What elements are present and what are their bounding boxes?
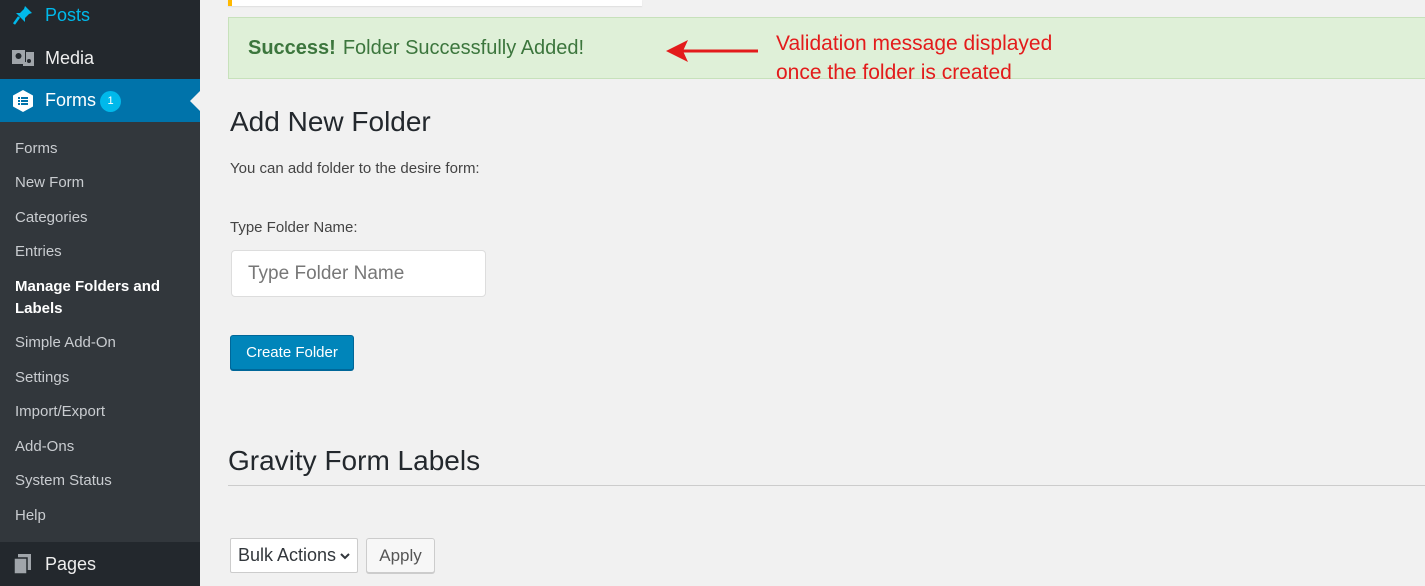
submenu-item-new-form[interactable]: New Form bbox=[15, 172, 84, 194]
bulk-actions-value: Bulk Actions bbox=[238, 545, 337, 565]
section-divider bbox=[228, 485, 1425, 486]
add-folder-description: You can add folder to the desire form: bbox=[230, 160, 480, 177]
submenu-item-forms[interactable]: Forms bbox=[15, 138, 58, 160]
previous-notice-edge bbox=[228, 0, 642, 6]
annotation-line-1: Validation message displayed bbox=[776, 32, 1053, 55]
menu-label-pages: Pages bbox=[45, 553, 97, 574]
annotation-text: Validation message displayed once the fo… bbox=[776, 29, 1052, 87]
annotation-arrow-icon bbox=[666, 40, 758, 62]
pushpin-icon bbox=[11, 3, 35, 27]
labels-heading: Gravity Form Labels bbox=[228, 445, 481, 476]
admin-sidebar: Posts Media Forms 1 Forms New Form Catego… bbox=[0, 0, 200, 586]
menu-label-media: Media bbox=[45, 47, 95, 68]
chevron-down-icon bbox=[340, 553, 350, 560]
add-folder-heading: Add New Folder bbox=[230, 106, 431, 137]
menu-item-pages[interactable]: Pages bbox=[0, 542, 200, 586]
notification-badge: 1 bbox=[100, 90, 121, 112]
apply-button[interactable]: Apply bbox=[366, 538, 435, 573]
menu-label-forms: Forms 1 bbox=[45, 90, 121, 112]
annotation-line-2: once the folder is created bbox=[776, 61, 1012, 84]
menu-item-media[interactable]: Media bbox=[0, 37, 200, 79]
forms-label-text: Forms bbox=[45, 89, 96, 110]
submenu-item-manage-folders-and-labels[interactable]: Manage Folders and Labels bbox=[15, 276, 190, 320]
media-icon bbox=[11, 46, 35, 70]
submenu-item-categories[interactable]: Categories bbox=[15, 207, 88, 229]
notice-text: Folder Successfully Added! bbox=[342, 36, 585, 59]
submenu-item-settings[interactable]: Settings bbox=[15, 367, 69, 389]
notice-strong: Success! bbox=[248, 36, 336, 59]
folder-name-input[interactable] bbox=[231, 250, 486, 297]
submenu-item-import-export[interactable]: Import/Export bbox=[15, 401, 105, 423]
submenu-item-add-ons[interactable]: Add-Ons bbox=[15, 436, 74, 458]
forms-submenu: Forms New Form Categories Entries Manage… bbox=[0, 122, 200, 542]
create-folder-button[interactable]: Create Folder bbox=[230, 335, 354, 370]
folder-name-label: Type Folder Name: bbox=[230, 219, 358, 236]
submenu-item-simple-add-on[interactable]: Simple Add-On bbox=[15, 332, 116, 354]
menu-item-forms[interactable]: Forms 1 bbox=[0, 79, 200, 122]
submenu-item-system-status[interactable]: System Status bbox=[15, 470, 112, 492]
submenu-item-help[interactable]: Help bbox=[15, 505, 46, 527]
menu-label-posts: Posts bbox=[45, 4, 91, 25]
gravity-forms-icon bbox=[11, 89, 35, 113]
menu-item-posts[interactable]: Posts bbox=[0, 0, 200, 36]
submenu-item-entries[interactable]: Entries bbox=[15, 241, 62, 263]
pages-icon bbox=[11, 552, 35, 576]
bulk-actions-select[interactable]: Bulk Actions bbox=[230, 538, 358, 573]
